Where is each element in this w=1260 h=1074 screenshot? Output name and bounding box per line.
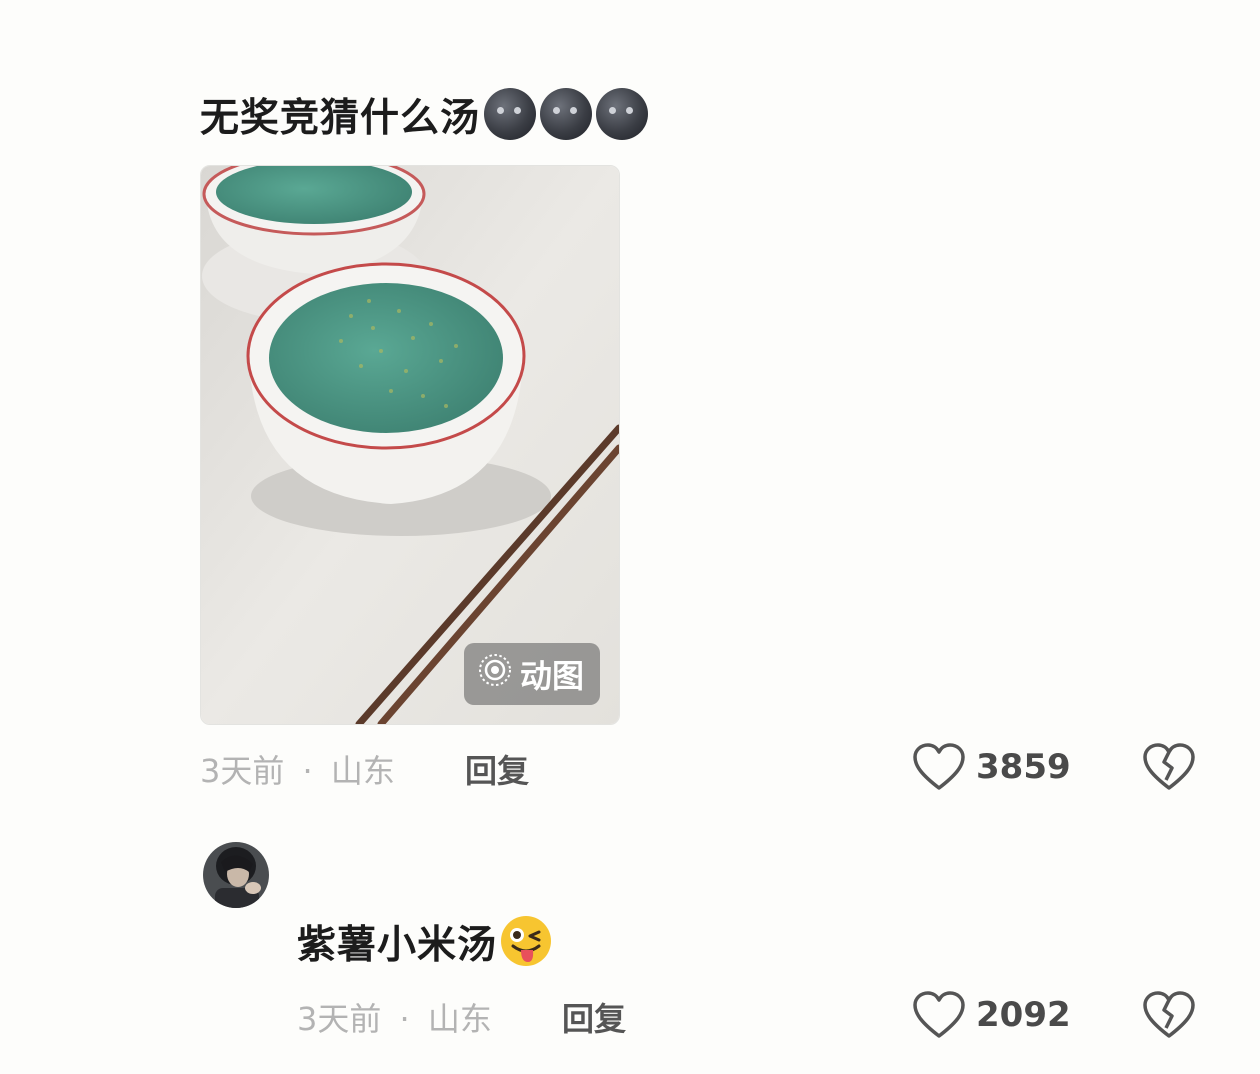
heart-icon bbox=[912, 990, 966, 1040]
heart-icon bbox=[912, 742, 966, 792]
comment-text-label: 无奖竞猜什么汤 bbox=[200, 96, 481, 141]
reply-button[interactable]: 回复 bbox=[465, 746, 529, 792]
comment-location: 山东 bbox=[330, 752, 395, 790]
reply-dislike-button[interactable] bbox=[1142, 990, 1196, 1040]
reply-location: 山东 bbox=[427, 1000, 492, 1038]
new-moon-face-icon bbox=[540, 88, 593, 140]
broken-heart-icon bbox=[1142, 742, 1196, 792]
comment-thread: 无奖竞猜什么汤 动图 3天前 · 山东 回复 3859 紫薯小米汤 3天前 · … bbox=[0, 0, 1260, 1074]
gif-badge-label: 动图 bbox=[519, 657, 584, 695]
reply-text-label: 紫薯小米汤 bbox=[297, 923, 498, 968]
reply-meta: 3天前 · 山东 bbox=[297, 994, 492, 1040]
reply-like-count: 2092 bbox=[976, 995, 1071, 1035]
like-button[interactable]: 3859 bbox=[912, 742, 1071, 792]
comment-time: 3天前 bbox=[200, 752, 285, 790]
broken-heart-icon bbox=[1142, 990, 1196, 1040]
gif-badge: 动图 bbox=[463, 643, 600, 705]
reply-text: 紫薯小米汤 bbox=[297, 914, 553, 975]
comment-meta: 3天前 · 山东 bbox=[200, 746, 395, 792]
comment-text: 无奖竞猜什么汤 bbox=[200, 88, 649, 148]
like-count: 3859 bbox=[976, 747, 1071, 787]
reply-time: 3天前 bbox=[297, 1000, 382, 1038]
reply-to-reply-button[interactable]: 回复 bbox=[562, 994, 626, 1040]
meta-separator: · bbox=[399, 1000, 410, 1038]
meta-separator: · bbox=[302, 752, 313, 790]
new-moon-face-icon bbox=[484, 88, 537, 140]
dislike-button[interactable] bbox=[1142, 742, 1196, 792]
live-photo-icon bbox=[478, 653, 512, 695]
reply-like-button[interactable]: 2092 bbox=[912, 990, 1071, 1040]
comment-image[interactable]: 动图 bbox=[200, 165, 620, 725]
soup-photo bbox=[201, 166, 619, 724]
avatar[interactable] bbox=[203, 842, 269, 908]
new-moon-face-icon bbox=[596, 88, 649, 140]
winking-face-tongue-icon bbox=[499, 914, 553, 968]
